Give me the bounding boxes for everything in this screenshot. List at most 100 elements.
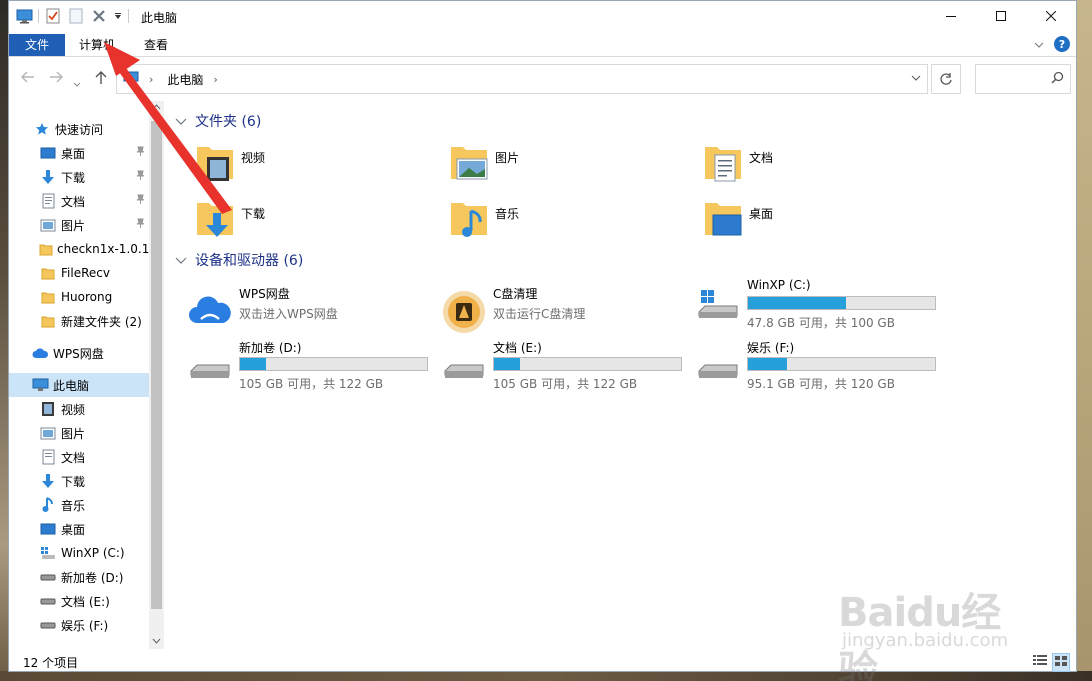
folder-icon (39, 288, 57, 306)
address-history-chevron-icon[interactable] (911, 73, 921, 84)
drive-free-space: 47.8 GB 可用，共 100 GB (747, 316, 895, 330)
help-icon[interactable]: ? (1054, 36, 1070, 52)
address-box[interactable]: › 此电脑 › (116, 64, 928, 94)
recent-locations-chevron-icon[interactable] (73, 75, 81, 91)
folder-music[interactable]: 音乐 (447, 197, 519, 241)
sidebar-item-wps[interactable]: WPS网盘 (31, 341, 149, 365)
sidebar-item-label: WinXP (C:) (61, 546, 125, 560)
drive-free-space: 105 GB 可用，共 122 GB (239, 377, 384, 391)
group-header-devices[interactable]: 设备和驱动器 (6) (175, 250, 303, 270)
minimize-button[interactable] (926, 1, 976, 31)
tab-file[interactable]: 文件 (9, 34, 65, 56)
desktop-folder-icon (701, 197, 745, 241)
device-description: 双击运行C盘清理 (493, 307, 586, 321)
new-folder-icon[interactable] (67, 7, 85, 25)
drive-free-space: 105 GB 可用，共 122 GB (493, 377, 638, 391)
folder-downloads[interactable]: 下载 (193, 197, 265, 241)
sidebar-item-documents[interactable]: 文档 (39, 445, 149, 469)
cloud-icon (31, 344, 49, 362)
sidebar-item-downloads[interactable]: 下载 (39, 469, 149, 493)
sidebar-item-label: 文档 (E:) (61, 594, 110, 609)
drive-name: 文档 (E:) (493, 341, 542, 355)
search-input[interactable] (975, 64, 1071, 94)
drive-usage-bar (747, 357, 936, 371)
sidebar-item-downloads[interactable]: 下载 (39, 165, 149, 189)
sidebar-item-pictures[interactable]: 图片 (39, 213, 149, 237)
scroll-up-icon[interactable] (152, 103, 161, 113)
tiles-view-icon[interactable] (1052, 653, 1070, 672)
forward-arrow-icon[interactable] (49, 71, 63, 87)
folder-name: 图片 (495, 151, 520, 165)
drive-free-space: 95.1 GB 可用，共 120 GB (747, 377, 895, 391)
group-header-label: 文件夹 (6) (195, 114, 262, 130)
sidebar-item-quick-access[interactable]: 快速访问 (33, 117, 164, 141)
drive-icon (39, 592, 57, 610)
refresh-button[interactable] (931, 64, 961, 94)
sidebar-item-folder[interactable]: FileRecv (39, 261, 149, 285)
delete-icon[interactable] (90, 7, 108, 25)
tab-view[interactable]: 查看 (130, 34, 182, 56)
device-name: C盘清理 (493, 287, 538, 301)
close-button[interactable] (1026, 1, 1076, 31)
sidebar-item-desktop[interactable]: 桌面 (39, 141, 149, 165)
up-arrow-icon[interactable] (95, 71, 107, 89)
folder-videos[interactable]: 视频 (193, 141, 265, 185)
expand-ribbon-chevron-icon[interactable] (1034, 37, 1044, 51)
folder-desktop[interactable]: 桌面 (701, 197, 773, 241)
back-arrow-icon[interactable] (21, 71, 35, 87)
tab-computer[interactable]: 计算机 (65, 34, 129, 56)
sidebar-item-folder[interactable]: 新建文件夹 (2) (39, 309, 149, 333)
drive-usage-bar (747, 296, 936, 310)
computer-icon (15, 7, 33, 25)
pin-icon (136, 170, 145, 184)
device-c-clean[interactable]: C盘清理 双击运行C盘清理 (441, 285, 701, 341)
cloud-icon (187, 289, 233, 335)
drive-icon (187, 343, 233, 389)
scrollbar-thumb[interactable] (151, 121, 162, 609)
sidebar-item-label: 快速访问 (55, 122, 104, 137)
breadcrumb-this-pc[interactable]: 此电脑 (167, 71, 203, 88)
sidebar-item-label: 此电脑 (53, 378, 90, 393)
sidebar-item-music[interactable]: 音乐 (39, 493, 149, 517)
sidebar-item-drive-e[interactable]: 文档 (E:) (39, 589, 149, 613)
computer-icon (31, 376, 49, 394)
sidebar-item-this-pc[interactable]: 此电脑 (9, 373, 149, 397)
sidebar-item-drive-f[interactable]: 娱乐 (F:) (39, 613, 149, 637)
device-wps-cloud[interactable]: WPS网盘 双击进入WPS网盘 (187, 285, 447, 341)
drive-d[interactable]: 新加卷 (D:) 105 GB 可用，共 122 GB (187, 339, 447, 395)
windows-drive-icon (39, 544, 57, 562)
folder-pictures[interactable]: 图片 (447, 141, 519, 185)
video-icon (39, 400, 57, 418)
sidebar-item-label: 图片 (61, 426, 86, 441)
drive-c[interactable]: WinXP (C:) 47.8 GB 可用，共 100 GB (695, 278, 955, 334)
maximize-button[interactable] (976, 1, 1026, 31)
sidebar-item-label: 桌面 (61, 522, 86, 537)
picture-folder-icon (447, 141, 491, 185)
download-folder-icon (193, 197, 237, 241)
content-pane: 文件夹 (6) 视频 图片 文档 下载 音乐 桌面 设备和驱动器 (6) WPS… (169, 101, 1069, 649)
video-folder-icon (193, 141, 237, 185)
sidebar-item-label: 下载 (61, 170, 86, 185)
sidebar-item-folder[interactable]: Huorong (39, 285, 149, 309)
sidebar-item-documents[interactable]: 文档 (39, 189, 149, 213)
sidebar-item-drive-d[interactable]: 新加卷 (D:) (39, 565, 149, 589)
sidebar-item-folder[interactable]: checkn1x-1.0.1 (39, 237, 149, 261)
drive-usage-fill (494, 358, 520, 370)
folder-documents[interactable]: 文档 (701, 141, 773, 185)
watermark-url: jingyan.baidu.com (842, 630, 1009, 651)
window-title: 此电脑 (141, 11, 178, 25)
drive-e[interactable]: 文档 (E:) 105 GB 可用，共 122 GB (441, 339, 701, 395)
properties-icon[interactable] (44, 7, 62, 25)
navigation-bar: › 此电脑 › (9, 57, 1076, 101)
customize-toolbar-dropdown-icon[interactable] (113, 7, 123, 25)
breadcrumb-separator[interactable]: › (213, 73, 217, 86)
sidebar-item-videos[interactable]: 视频 (39, 397, 149, 421)
drive-f[interactable]: 娱乐 (F:) 95.1 GB 可用，共 120 GB (695, 339, 955, 395)
sidebar-item-pictures[interactable]: 图片 (39, 421, 149, 445)
navigation-scrollbar[interactable] (149, 101, 164, 649)
group-header-folders[interactable]: 文件夹 (6) (175, 111, 261, 131)
sidebar-item-drive-c[interactable]: WinXP (C:) (39, 541, 149, 565)
drive-name: WinXP (C:) (747, 278, 811, 292)
sidebar-item-desktop[interactable]: 桌面 (39, 517, 149, 541)
scroll-down-icon[interactable] (152, 637, 161, 647)
